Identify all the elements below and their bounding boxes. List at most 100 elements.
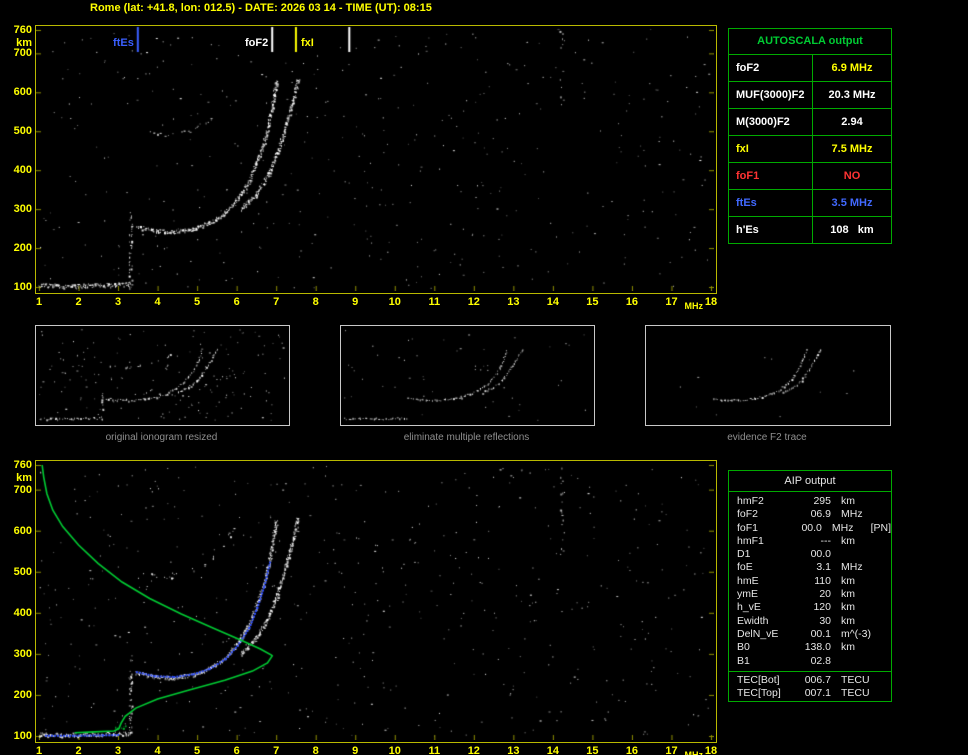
autoscala-row-label: foF1 xyxy=(729,163,813,189)
aip-row-extra: [PN] xyxy=(863,522,891,535)
ionogram-plot-bottom xyxy=(35,460,717,743)
x-axis-tick: 4 xyxy=(146,296,170,308)
x-axis-tick: 16 xyxy=(620,745,644,755)
aip-row-value: 110 xyxy=(795,575,831,588)
x-axis-tick: 13 xyxy=(501,296,525,308)
x-axis-tick: 13 xyxy=(501,745,525,755)
aip-row-extra xyxy=(875,655,883,668)
aip-row-extra xyxy=(875,615,883,628)
aip-row-value: 006.7 xyxy=(795,674,831,687)
aip-row-unit: km xyxy=(831,641,875,654)
aip-row-extra xyxy=(875,548,883,561)
x-axis-tick: 7 xyxy=(264,745,288,755)
autoscala-row-value: 3.5 MHz xyxy=(813,190,891,216)
aip-row-value: 295 xyxy=(795,495,831,508)
autoscala-row: fxI7.5 MHz xyxy=(729,136,891,163)
aip-row-unit: MHz xyxy=(831,561,875,574)
aip-row-extra xyxy=(875,687,883,700)
aip-row: h_vE120km xyxy=(729,601,891,614)
x-axis-tick: 10 xyxy=(383,296,407,308)
autoscala-row: foF1NO xyxy=(729,163,891,190)
aip-row-unit: TECU xyxy=(831,674,875,687)
aip-row-name: foF1 xyxy=(737,522,789,535)
aip-row-name: ymE xyxy=(737,588,795,601)
autoscala-row-label: MUF(3000)F2 xyxy=(729,82,813,108)
x-axis-tick: 17 xyxy=(659,296,683,308)
aip-row-unit: km xyxy=(831,495,875,508)
aip-row-name: hmE xyxy=(737,575,795,588)
aip-row: B102.8 xyxy=(729,655,891,668)
aip-row-name: hmF2 xyxy=(737,495,795,508)
autoscala-output-table: AUTOSCALA output foF26.9 MHzMUF(3000)F22… xyxy=(728,28,892,244)
x-axis-tick: 4 xyxy=(146,745,170,755)
x-axis-tick: 17 xyxy=(659,745,683,755)
aip-row-extra xyxy=(875,628,883,641)
x-axis-unit: MHz xyxy=(684,301,703,311)
aip-row-extra xyxy=(875,641,883,654)
x-axis-tick: 3 xyxy=(106,745,130,755)
x-axis-tick: 11 xyxy=(422,745,446,755)
thumb-canvas-cleaned xyxy=(341,326,592,423)
autoscala-row: h'Es108 km xyxy=(729,217,891,243)
aip-row-name: Ewidth xyxy=(737,615,795,628)
aip-row-value: 007.1 xyxy=(795,687,831,700)
aip-row: DelN_vE00.1m^(-3) xyxy=(729,628,891,641)
autoscala-row-label: foF2 xyxy=(729,55,813,81)
y-axis-tick: 600 xyxy=(2,86,32,98)
aip-row: foF206.9MHz xyxy=(729,508,891,521)
y-axis-tick: 500 xyxy=(2,566,32,578)
aip-row-extra xyxy=(875,561,883,574)
x-axis-tick: 5 xyxy=(185,296,209,308)
aip-row-name: h_vE xyxy=(737,601,795,614)
aip-row-value: 120 xyxy=(795,601,831,614)
aip-row: TEC[Top]007.1TECU xyxy=(729,687,891,700)
y-axis-tick: 400 xyxy=(2,607,32,619)
ionogram-canvas-top xyxy=(36,26,714,291)
aip-row-value: 30 xyxy=(795,615,831,628)
aip-row-name: B1 xyxy=(737,655,795,668)
aip-row-name: DelN_vE xyxy=(737,628,795,641)
aip-row: B0138.0km xyxy=(729,641,891,654)
thumb-multiple-reflections-removed xyxy=(340,325,595,426)
y-axis-tick: 300 xyxy=(2,203,32,215)
marker-label-foF2: foF2 xyxy=(228,37,268,49)
x-axis-tick: 12 xyxy=(462,296,486,308)
thumb-caption-f2trace: evidence F2 trace xyxy=(645,432,889,443)
aip-row-unit: km xyxy=(831,615,875,628)
autoscala-row-value: 6.9 MHz xyxy=(813,55,891,81)
x-axis-tick: 12 xyxy=(462,745,486,755)
aip-row: hmF2295km xyxy=(729,495,891,508)
x-axis-tick: 8 xyxy=(304,745,328,755)
aip-row-unit: MHz xyxy=(822,522,863,535)
autoscala-row: foF26.9 MHz xyxy=(729,55,891,82)
aip-table-body: hmF2295kmfoF206.9MHzfoF100.0MHz[PN]hmF1-… xyxy=(729,492,891,668)
autoscala-row-label: fxI xyxy=(729,136,813,162)
autoscala-row-value: 20.3 MHz xyxy=(813,82,891,108)
y-axis-tick: 200 xyxy=(2,689,32,701)
aip-row: hmE110km xyxy=(729,575,891,588)
aip-row-unit: km xyxy=(831,588,875,601)
aip-row-extra xyxy=(875,601,883,614)
x-axis-tick: 1 xyxy=(27,745,51,755)
aip-row-value: 02.8 xyxy=(795,655,831,668)
autoscala-row-value: 7.5 MHz xyxy=(813,136,891,162)
aip-row-value: 00.1 xyxy=(795,628,831,641)
aip-row-extra xyxy=(875,588,883,601)
autoscala-row-label: M(3000)F2 xyxy=(729,109,813,135)
thumb-f2-trace xyxy=(645,325,891,426)
aip-row-extra xyxy=(875,674,883,687)
autoscala-row: ftEs3.5 MHz xyxy=(729,190,891,217)
autoscala-row-value: NO xyxy=(813,163,891,189)
ionogram-plot-top xyxy=(35,25,717,294)
x-axis-unit: MHz xyxy=(684,750,703,755)
autoscala-row-value: 108 km xyxy=(813,217,891,243)
thumb-canvas-f2trace xyxy=(646,326,888,423)
aip-row-name: D1 xyxy=(737,548,795,561)
aip-row-unit: m^(-3) xyxy=(831,628,875,641)
marker-label-fxI: fxI xyxy=(301,37,314,49)
aip-row-extra xyxy=(875,575,883,588)
y-axis-unit: km xyxy=(2,37,32,49)
x-axis-tick: 10 xyxy=(383,745,407,755)
aip-row-value: --- xyxy=(795,535,831,548)
x-axis-tick: 8 xyxy=(304,296,328,308)
